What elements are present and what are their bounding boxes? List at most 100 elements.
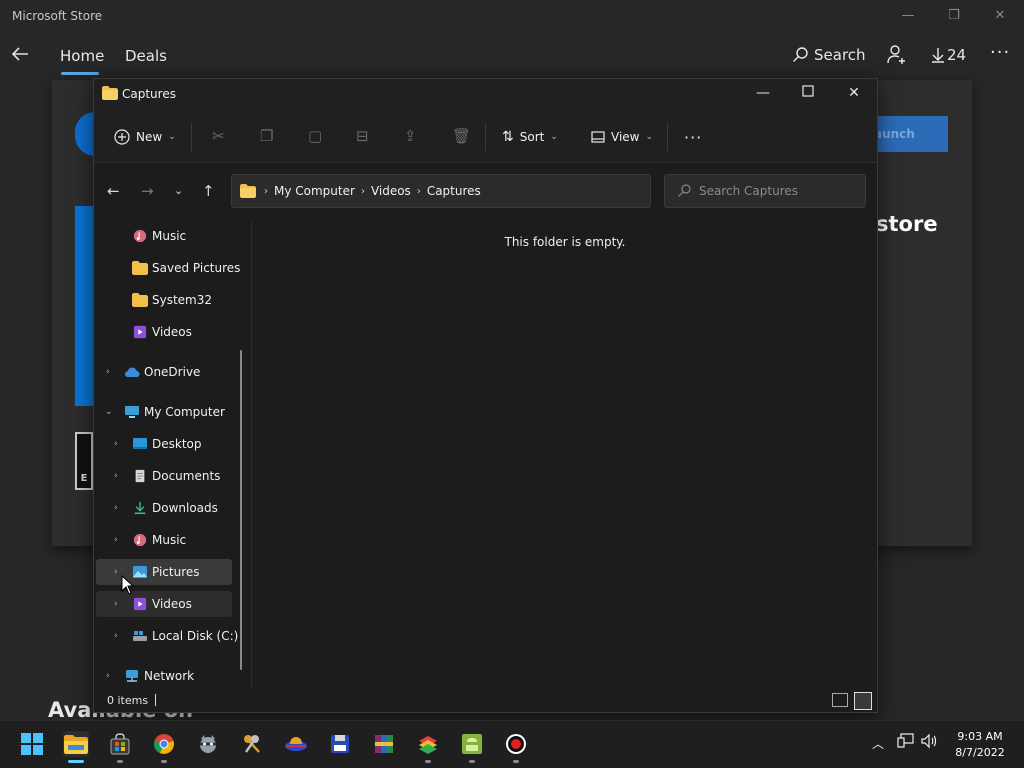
video-icon	[133, 325, 147, 339]
taskbar-keys-app[interactable]	[239, 731, 265, 757]
sidebar-item-desktop[interactable]: › Desktop	[96, 431, 232, 457]
account-add-icon[interactable]	[886, 44, 908, 70]
minimize-button[interactable]: —	[752, 85, 774, 105]
navigation-pane: Music Saved Pictures System32 Videos › O…	[94, 219, 252, 689]
chevron-right-icon[interactable]: ›	[106, 671, 110, 681]
chevron-right-icon[interactable]: ›	[114, 471, 118, 481]
music-icon	[133, 229, 147, 243]
volume-icon[interactable]	[920, 733, 938, 753]
delete-icon[interactable]: 🗑	[452, 127, 471, 145]
taskbar-bluestacks[interactable]	[415, 731, 441, 763]
taskbar-chrome[interactable]	[151, 731, 177, 763]
taskbar-microsoft-store[interactable]	[107, 731, 133, 763]
explorer-titlebar[interactable]: Captures — ✕	[94, 79, 877, 111]
mouse-cursor-icon	[121, 575, 135, 595]
desktop-icon	[133, 438, 147, 449]
back-arrow-icon[interactable]	[10, 44, 30, 66]
chevron-right-icon[interactable]: ›	[114, 631, 118, 641]
sidebar-item-network[interactable]: › Network	[96, 663, 232, 689]
store-minimize-button[interactable]: —	[898, 8, 918, 26]
sort-button[interactable]: ⇅ Sort ⌄	[502, 125, 558, 149]
sidebar-item-downloads[interactable]: › Downloads	[96, 495, 232, 521]
sidebar-item-music[interactable]: › Music	[96, 527, 232, 553]
more-options-icon[interactable]: ···	[990, 42, 1010, 63]
sidebar-item-local-disk[interactable]: › Local Disk (C:)	[96, 623, 238, 649]
sidebar-item-label: Desktop	[152, 437, 202, 451]
bluestacks-icon	[419, 736, 437, 754]
store-search-button[interactable]: Search	[792, 46, 866, 64]
new-label: New	[136, 130, 163, 144]
sidebar-scrollbar[interactable]	[240, 350, 242, 670]
chevron-down-icon[interactable]: ⌄	[105, 407, 113, 417]
store-tab-deals[interactable]: Deals	[125, 47, 167, 65]
see-more-icon[interactable]: ···	[684, 125, 702, 149]
taskbar-winrar[interactable]	[371, 731, 397, 757]
sidebar-item-saved-pictures[interactable]: Saved Pictures	[96, 255, 240, 281]
address-bar[interactable]: › My Computer › Videos › Captures ⌄ ↻	[231, 174, 775, 208]
chevron-right-icon[interactable]: ›	[114, 535, 118, 545]
share-icon[interactable]: ⇪	[404, 127, 417, 145]
taskbar-save-app[interactable]	[327, 731, 353, 757]
search-input[interactable]	[699, 184, 859, 198]
view-button[interactable]: View ⌄	[591, 125, 653, 149]
keys-icon	[244, 735, 260, 753]
store-heading: store	[876, 212, 938, 236]
tiles-view-icon[interactable]	[854, 692, 872, 710]
copy-icon[interactable]: ❐	[260, 127, 273, 145]
taskbar-android-app[interactable]	[459, 731, 485, 763]
sidebar-item-pictures[interactable]: › Pictures	[96, 559, 232, 585]
running-indicator	[425, 760, 431, 763]
sidebar-item-onedrive[interactable]: › OneDrive	[96, 359, 232, 385]
paste-icon[interactable]: ▢	[308, 127, 322, 145]
up-arrow-icon[interactable]: ↑	[202, 182, 215, 200]
chevron-right-icon[interactable]: ›	[114, 599, 118, 609]
breadcrumb-my-computer[interactable]: My Computer	[274, 184, 355, 198]
sidebar-item-videos-quick[interactable]: Videos	[96, 319, 232, 345]
floppy-disk-icon	[331, 735, 349, 753]
navigation-bar: ← → ⌄ ↑ › My Computer › Videos › Capture…	[94, 164, 877, 218]
launch-button[interactable]: aunch	[870, 116, 948, 152]
sidebar-item-documents[interactable]: › Documents	[96, 463, 232, 489]
maximize-button[interactable]	[797, 85, 819, 105]
store-downloads-button[interactable]: 24	[931, 46, 966, 64]
sidebar-item-music-quick[interactable]: Music	[96, 223, 232, 249]
sidebar-item-my-computer[interactable]: ⌄ My Computer	[96, 399, 232, 425]
taskbar-recorder[interactable]	[503, 731, 529, 763]
store-tab-home[interactable]: Home	[60, 47, 104, 65]
system-clock[interactable]: 9:03 AM 8/7/2022	[950, 729, 1010, 761]
plus-circle-icon	[114, 129, 130, 145]
store-close-button[interactable]: ✕	[990, 8, 1010, 26]
sidebar-item-label: Music	[152, 229, 187, 243]
recent-locations-icon[interactable]: ⌄	[174, 184, 183, 197]
record-icon	[506, 734, 526, 754]
file-list[interactable]: This folder is empty.	[252, 219, 877, 689]
sidebar-item-videos[interactable]: › Videos	[96, 591, 232, 617]
chevron-up-icon[interactable]: ︿	[872, 735, 884, 752]
store-restore-button[interactable]: ❐	[944, 8, 964, 26]
chevron-right-icon[interactable]: ›	[114, 503, 118, 513]
back-arrow-icon[interactable]: ←	[107, 182, 120, 200]
chevron-down-icon: ⌄	[168, 132, 176, 142]
search-box[interactable]	[664, 174, 866, 208]
forward-arrow-icon[interactable]: →	[141, 182, 154, 200]
sidebar-item-label: Videos	[152, 597, 192, 611]
chevron-right-icon[interactable]: ›	[106, 367, 110, 377]
rename-icon[interactable]: ⊟	[356, 127, 369, 145]
folder-icon	[132, 261, 148, 275]
chevron-right-icon[interactable]: ›	[114, 567, 118, 577]
details-view-icon[interactable]	[832, 693, 848, 707]
taskbar-raccoon-app[interactable]	[195, 731, 221, 757]
taskbar-ufo-app[interactable]	[283, 731, 309, 757]
breadcrumb-captures[interactable]: Captures	[427, 184, 481, 198]
chevron-right-icon[interactable]: ›	[114, 439, 118, 449]
document-icon	[135, 469, 145, 483]
sidebar-item-system32[interactable]: System32	[96, 287, 232, 313]
start-button[interactable]	[19, 731, 45, 757]
network-status-icon[interactable]	[897, 733, 915, 753]
taskbar-file-explorer[interactable]	[63, 731, 89, 763]
active-tab-indicator	[61, 72, 99, 75]
new-button[interactable]: New ⌄	[114, 125, 176, 149]
cut-icon[interactable]: ✂	[212, 127, 225, 145]
close-button[interactable]: ✕	[843, 85, 865, 105]
breadcrumb-videos[interactable]: Videos	[371, 184, 411, 198]
